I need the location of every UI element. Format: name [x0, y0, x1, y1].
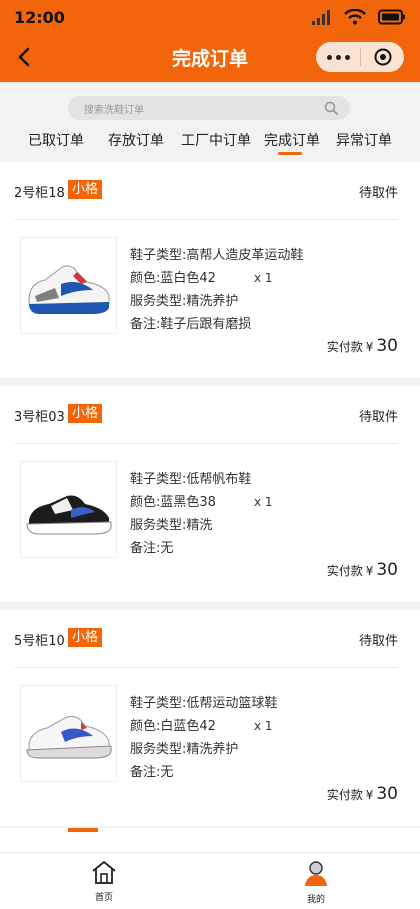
filter-bar: 搜索洗鞋订单 已取订单 存放订单 工厂中订单 完成订单 异常订单 [0, 82, 420, 162]
service-type: 服务类型:精洗养护 [130, 294, 239, 309]
paid-amount: 实付款 ¥ 30 [327, 560, 398, 580]
order-tabs: 已取订单 存放订单 工厂中订单 完成订单 异常订单 [0, 130, 420, 158]
amount-value: 30 [376, 784, 398, 804]
bottom-nav: 首页 我的 [0, 852, 420, 909]
tab-completed[interactable]: 完成订单 [264, 130, 320, 150]
size-badge: 小格 [68, 404, 103, 423]
cabinet-number: 5号柜10 [14, 634, 65, 649]
nav-home-label: 首页 [94, 893, 113, 903]
order-status: 待取件 [358, 186, 398, 201]
miniprogram-capsule [316, 42, 404, 72]
order-note: 备注:无 [130, 765, 174, 780]
user-icon [305, 861, 327, 886]
order-card[interactable]: 2号柜18 小格 待取件 鞋子类型:高帮人造皮革运动鞋 颜色:蓝白色42 服务类… [0, 162, 420, 378]
more-menu-icon[interactable] [316, 54, 360, 60]
shoe-type: 鞋子类型:高帮人造皮革运动鞋 [130, 248, 304, 263]
size-badge: 小格 [68, 180, 103, 199]
divider [14, 443, 398, 444]
app-header: 12:00 完成订单 [0, 0, 420, 82]
currency-symbol: ¥ [365, 564, 374, 578]
paid-label: 实付款 [326, 788, 363, 802]
shoe-color: 颜色:蓝黑色38 [130, 495, 216, 510]
search-icon[interactable] [324, 101, 338, 115]
service-type: 服务类型:精洗养护 [130, 742, 239, 757]
shoe-image [20, 461, 117, 558]
quantity: x 1 [254, 719, 273, 733]
amount-value: 30 [376, 336, 398, 356]
nav-home[interactable]: 首页 [74, 859, 134, 903]
shoe-type: 鞋子类型:低帮帆布鞋 [130, 472, 252, 487]
order-card-partial [0, 828, 420, 852]
paid-label: 实付款 [326, 564, 363, 578]
order-status: 待取件 [358, 634, 398, 649]
size-badge-partial [68, 828, 98, 832]
order-note: 备注:无 [130, 541, 174, 556]
home-icon [92, 861, 116, 884]
shoe-image [20, 685, 117, 782]
shoe-color: 颜色:蓝白色42 [130, 271, 216, 286]
tab-stored[interactable]: 存放订单 [108, 130, 164, 150]
active-tab-indicator [278, 152, 302, 155]
quantity: x 1 [254, 271, 273, 285]
status-bar: 12:00 [0, 0, 420, 34]
cabinet-number: 2号柜18 [14, 186, 65, 201]
quantity: x 1 [254, 495, 273, 509]
order-card[interactable]: 3号柜03 小格 待取件 鞋子类型:低帮帆布鞋 颜色:蓝黑色38 服务类型:精洗… [0, 386, 420, 602]
signal-icon [312, 10, 330, 25]
shoe-image [20, 237, 117, 334]
currency-symbol: ¥ [365, 788, 374, 802]
paid-amount: 实付款 ¥ 30 [327, 336, 398, 356]
currency-symbol: ¥ [365, 340, 374, 354]
tab-in-factory[interactable]: 工厂中订单 [181, 130, 251, 150]
order-status: 待取件 [358, 410, 398, 425]
close-program-icon[interactable] [361, 47, 404, 67]
order-details: 鞋子类型:高帮人造皮革运动鞋 颜色:蓝白色42 服务类型:精洗养护 备注:鞋子后… [130, 244, 303, 336]
order-details: 鞋子类型:低帮运动篮球鞋 颜色:白蓝色42 服务类型:精洗养护 备注:无 [130, 692, 277, 784]
tab-abnormal[interactable]: 异常订单 [336, 130, 392, 150]
status-time: 12:00 [14, 8, 65, 27]
size-badge: 小格 [68, 628, 103, 647]
paid-label: 实付款 [326, 340, 363, 354]
service-type: 服务类型:精洗 [130, 518, 213, 533]
order-card[interactable]: 5号柜10 小格 待取件 鞋子类型:低帮运动篮球鞋 颜色:白蓝色42 服务类型:… [0, 610, 420, 826]
battery-icon [378, 9, 405, 25]
nav-profile[interactable]: 我的 [286, 859, 346, 905]
shoe-type: 鞋子类型:低帮运动篮球鞋 [130, 696, 278, 711]
wifi-icon [344, 9, 366, 25]
order-note: 备注:鞋子后跟有磨损 [130, 317, 252, 332]
divider [14, 667, 398, 668]
order-details: 鞋子类型:低帮帆布鞋 颜色:蓝黑色38 服务类型:精洗 备注:无 [130, 468, 251, 560]
paid-amount: 实付款 ¥ 30 [327, 784, 398, 804]
tab-picked[interactable]: 已取订单 [28, 130, 84, 150]
divider [14, 219, 398, 220]
nav-profile-label: 我的 [306, 895, 325, 905]
amount-value: 30 [376, 560, 398, 580]
search-input[interactable]: 搜索洗鞋订单 [68, 96, 350, 120]
cabinet-number: 3号柜03 [14, 410, 65, 425]
search-placeholder: 搜索洗鞋订单 [84, 105, 144, 116]
